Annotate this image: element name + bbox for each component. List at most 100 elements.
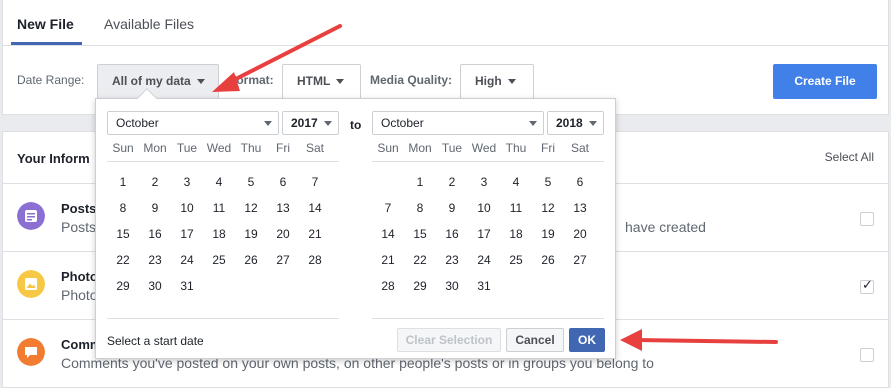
calendar-day[interactable]: 6 bbox=[564, 169, 596, 195]
calendar-day[interactable]: 26 bbox=[532, 247, 564, 273]
weekday-label: Wed bbox=[206, 141, 232, 155]
calendar-day[interactable]: 30 bbox=[436, 273, 468, 299]
calendar-day[interactable]: 8 bbox=[404, 195, 436, 221]
date-range-dropdown[interactable]: All of my data bbox=[97, 64, 219, 99]
calendar-day[interactable]: 15 bbox=[107, 221, 139, 247]
calendar-day[interactable]: 1 bbox=[107, 169, 139, 195]
photos-checkbox[interactable] bbox=[860, 277, 874, 294]
calendar-day[interactable]: 29 bbox=[107, 273, 139, 299]
calendar-day[interactable]: 14 bbox=[299, 195, 331, 221]
calendar-day[interactable]: 5 bbox=[235, 169, 267, 195]
calendar-day[interactable]: 27 bbox=[267, 247, 299, 273]
calendar-day[interactable]: 23 bbox=[436, 247, 468, 273]
calendar-week: 1234567 bbox=[107, 169, 331, 195]
calendar-day[interactable]: 16 bbox=[139, 221, 171, 247]
tab-available-files[interactable]: Available Files bbox=[104, 16, 194, 32]
calendar-day[interactable]: 27 bbox=[564, 247, 596, 273]
calendar-day[interactable]: 28 bbox=[372, 273, 404, 299]
calendar-day[interactable]: 10 bbox=[171, 195, 203, 221]
weekday-label: Sat bbox=[570, 141, 589, 155]
calendar-day[interactable]: 25 bbox=[500, 247, 532, 273]
end-year-select[interactable]: 2018 bbox=[547, 111, 604, 135]
date-range-value: All of my data bbox=[112, 74, 191, 88]
calendar-day[interactable]: 20 bbox=[564, 221, 596, 247]
calendar-day[interactable]: 8 bbox=[107, 195, 139, 221]
calendar-day[interactable]: 4 bbox=[203, 169, 235, 195]
calendar-day[interactable]: 7 bbox=[372, 195, 404, 221]
weekday-header: Sun Mon Tue Wed Thu Fri Sat bbox=[107, 141, 331, 159]
calendar-day[interactable]: 16 bbox=[436, 221, 468, 247]
calendar-day[interactable]: 25 bbox=[203, 247, 235, 273]
create-file-button[interactable]: Create File bbox=[773, 64, 877, 99]
calendar-day[interactable]: 31 bbox=[468, 273, 500, 299]
calendar-day[interactable]: 3 bbox=[171, 169, 203, 195]
divider bbox=[107, 161, 339, 162]
calendar-day[interactable]: 26 bbox=[235, 247, 267, 273]
calendar-empty-cell bbox=[235, 273, 267, 299]
weekday-label: Thu bbox=[240, 141, 262, 155]
calendar-day[interactable]: 5 bbox=[532, 169, 564, 195]
calendar-day[interactable]: 24 bbox=[171, 247, 203, 273]
day-grid: 1 2 3 4 5 6 7 8 9 10 11 12 13 14 15 16 17 18 19 20 21 22 23 24 2… bbox=[107, 169, 339, 299]
calendar-day[interactable]: 2 bbox=[436, 169, 468, 195]
calendar-day[interactable]: 30 bbox=[139, 273, 171, 299]
ok-button[interactable]: OK bbox=[569, 328, 605, 352]
select-all-link[interactable]: Select All bbox=[825, 150, 874, 164]
calendar-day[interactable]: 19 bbox=[532, 221, 564, 247]
format-dropdown[interactable]: HTML bbox=[282, 64, 361, 99]
calendar-day[interactable]: 21 bbox=[372, 247, 404, 273]
calendar-day[interactable]: 31 bbox=[171, 273, 203, 299]
calendar-day[interactable]: 10 bbox=[468, 195, 500, 221]
calendar-day[interactable]: 28 bbox=[299, 247, 331, 273]
calendar-day[interactable]: 12 bbox=[235, 195, 267, 221]
tab-new-file[interactable]: New File bbox=[17, 16, 74, 32]
calendar-day[interactable]: 3 bbox=[468, 169, 500, 195]
calendar-day[interactable]: 24 bbox=[468, 247, 500, 273]
calendar-day[interactable]: 13 bbox=[564, 195, 596, 221]
calendar-day[interactable]: 21 bbox=[299, 221, 331, 247]
calendar-day[interactable]: 23 bbox=[139, 247, 171, 273]
posts-icon bbox=[17, 202, 45, 230]
calendar-day[interactable]: 29 bbox=[404, 273, 436, 299]
select-start-hint: Select a start date bbox=[107, 334, 204, 348]
calendar-empty-cell bbox=[203, 273, 235, 299]
day-grid: 1 2 3 4 5 6 7 8 9 10 11 12 13 14 15 16 17 18 19 20 21 22 23 24 2… bbox=[372, 169, 604, 299]
cancel-button[interactable]: Cancel bbox=[506, 328, 564, 352]
calendar-day[interactable]: 18 bbox=[500, 221, 532, 247]
calendar-day[interactable]: 9 bbox=[436, 195, 468, 221]
end-month-select[interactable]: October bbox=[372, 111, 544, 135]
calendar-day[interactable]: 11 bbox=[500, 195, 532, 221]
start-calendar: October 2017 Sun Mon Tue Wed Thu Fri Sat 12345… bbox=[107, 111, 339, 299]
calendar-day[interactable]: 13 bbox=[267, 195, 299, 221]
calendar-day[interactable]: 14 bbox=[372, 221, 404, 247]
posts-checkbox[interactable] bbox=[860, 212, 874, 226]
calendar-day[interactable]: 1 bbox=[404, 169, 436, 195]
calendar-day[interactable]: 15 bbox=[404, 221, 436, 247]
calendar-day[interactable]: 18 bbox=[203, 221, 235, 247]
calendar-day[interactable]: 4 bbox=[500, 169, 532, 195]
media-quality-value: High bbox=[475, 74, 502, 88]
calendar-week: 14 15 16 17 18 19 20 bbox=[372, 221, 596, 247]
start-month-select[interactable]: October bbox=[107, 111, 279, 135]
calendar-day[interactable]: 22 bbox=[404, 247, 436, 273]
start-year-select[interactable]: 2017 bbox=[282, 111, 339, 135]
clear-selection-button[interactable]: Clear Selection bbox=[397, 328, 501, 352]
calendar-day[interactable]: 22 bbox=[107, 247, 139, 273]
row-description: Posts bbox=[61, 219, 97, 235]
calendar-day[interactable]: 17 bbox=[468, 221, 500, 247]
calendar-day[interactable]: 7 bbox=[299, 169, 331, 195]
calendar-week: 15 16 17 18 19 20 21 bbox=[107, 221, 331, 247]
calendar-day[interactable]: 19 bbox=[235, 221, 267, 247]
calendar-day[interactable]: 2 bbox=[139, 169, 171, 195]
comments-checkbox[interactable] bbox=[860, 348, 874, 362]
weekday-label: Tue bbox=[176, 141, 198, 155]
calendar-day[interactable]: 6 bbox=[267, 169, 299, 195]
calendar-day[interactable]: 17 bbox=[171, 221, 203, 247]
calendar-day[interactable]: 9 bbox=[139, 195, 171, 221]
calendar-day[interactable]: 11 bbox=[203, 195, 235, 221]
calendar-empty-cell bbox=[500, 273, 532, 299]
calendar-day[interactable]: 20 bbox=[267, 221, 299, 247]
media-quality-dropdown[interactable]: High bbox=[460, 64, 534, 99]
calendar-day[interactable]: 12 bbox=[532, 195, 564, 221]
calendar-empty-cell bbox=[564, 273, 596, 299]
